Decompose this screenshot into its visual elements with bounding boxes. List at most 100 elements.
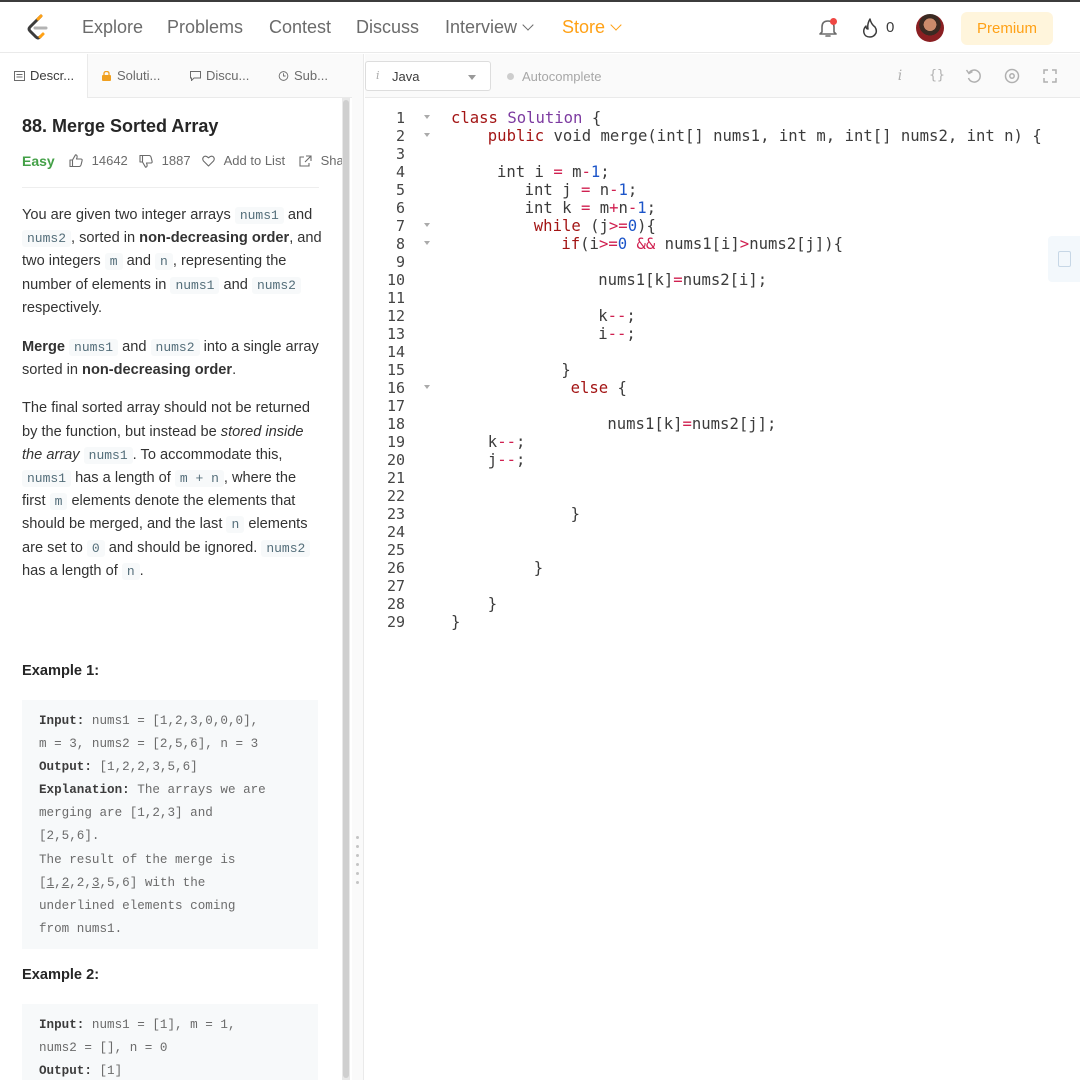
share-label: Sha: [320, 153, 342, 168]
code-token: nums2[j]){: [749, 235, 844, 253]
info-icon[interactable]: i: [891, 67, 909, 85]
code-line[interactable]: }: [451, 613, 460, 631]
code-line[interactable]: else {: [571, 379, 627, 397]
code-token: }: [570, 505, 580, 523]
tab-solution[interactable]: Soluti...: [101, 54, 160, 98]
code-token: ;: [626, 307, 636, 325]
code-line[interactable]: while (j>=0){: [534, 217, 656, 235]
fullscreen-icon[interactable]: [1041, 67, 1059, 85]
notification-dot: [830, 18, 837, 25]
line-number: 14: [386, 343, 405, 361]
line-number: 27: [386, 577, 405, 595]
example-label: Input:: [39, 1018, 85, 1032]
premium-button[interactable]: Premium: [961, 12, 1053, 45]
resizer-grip-dot: [356, 854, 359, 857]
reset-icon[interactable]: [965, 67, 983, 85]
code-line[interactable]: if(i>=0 && nums1[i]>nums2[j]){: [561, 235, 843, 253]
code-token: }: [451, 613, 461, 631]
code-line[interactable]: }: [571, 505, 580, 523]
tab-discuss-label: Discu...: [206, 68, 250, 83]
fold-arrow-icon[interactable]: [423, 132, 431, 140]
language-select[interactable]: i Java: [365, 61, 491, 91]
inline-code: nums1: [170, 276, 220, 294]
code-line[interactable]: k--;: [598, 307, 636, 325]
problem-meta: Easy 14642 1887 Add to List Sha: [22, 153, 342, 173]
code-line[interactable]: int j = n-1;: [525, 181, 638, 199]
code-token: nums2[i];: [682, 271, 768, 289]
like-button[interactable]: 14642: [69, 153, 128, 168]
dislike-button[interactable]: 1887: [139, 153, 191, 168]
tab-description[interactable]: Descr...: [0, 54, 88, 98]
code-token: m: [562, 163, 582, 181]
inline-code: nums2: [261, 539, 311, 557]
example-label: Explanation:: [39, 783, 130, 798]
underlined-value: 1: [46, 875, 55, 890]
line-number: 21: [386, 469, 405, 487]
tab-submissions[interactable]: Sub...: [278, 54, 328, 98]
code-token: -: [609, 181, 619, 199]
panel-resizer[interactable]: [352, 54, 364, 1080]
nav-interview[interactable]: Interview: [445, 17, 534, 38]
nav-contest[interactable]: Contest: [269, 17, 331, 38]
code-line[interactable]: }: [561, 361, 570, 379]
code-token: }: [487, 595, 498, 613]
text-run: has a length of: [22, 562, 122, 579]
format-braces-icon[interactable]: {}: [928, 67, 946, 85]
code-token: 1: [618, 181, 628, 199]
add-to-list-button[interactable]: Add to List: [202, 153, 285, 168]
autocomplete-toggle[interactable]: Autocomplete: [507, 69, 602, 84]
code-line[interactable]: int i = m-1;: [497, 163, 610, 181]
example-text: merging are [1,2,3] and: [39, 806, 213, 821]
example-line: Output: [1,2,2,3,5,6]: [39, 756, 301, 779]
tab-solution-label: Soluti...: [117, 68, 161, 83]
nav-discuss[interactable]: Discuss: [356, 17, 419, 38]
example-text: ,5,6] with the: [99, 875, 206, 890]
code-token: public: [487, 127, 545, 145]
inline-code: m: [49, 493, 68, 511]
code-line[interactable]: int k = m+n-1;: [525, 199, 656, 217]
inline-code: m + n: [174, 470, 224, 488]
fold-arrow-icon[interactable]: [423, 240, 431, 248]
code-editor[interactable]: 1 class Solution {2 public void merge(int[…: [365, 98, 1080, 1080]
text-run: and: [122, 253, 156, 270]
code-line[interactable]: i--;: [598, 325, 636, 343]
line-number: 3: [395, 145, 405, 163]
example-line: from nums1.: [39, 918, 301, 941]
nav-explore[interactable]: Explore: [82, 17, 143, 38]
tab-discuss[interactable]: Discu...: [190, 54, 249, 98]
fold-arrow-icon[interactable]: [423, 384, 431, 392]
code-line[interactable]: class Solution {: [451, 109, 601, 127]
inline-code: nums2: [22, 230, 72, 248]
fold-arrow-icon[interactable]: [423, 114, 431, 122]
inline-code: n: [226, 516, 245, 534]
code-token: +: [609, 199, 619, 217]
code-token: m: [590, 199, 610, 217]
code-line[interactable]: public void merge(int[] nums1, int m, in…: [488, 127, 1042, 145]
code-token: =: [673, 271, 683, 289]
line-number: 11: [386, 289, 405, 307]
code-line[interactable]: nums1[k]=nums2[i];: [598, 271, 767, 289]
code-line[interactable]: }: [488, 595, 497, 613]
share-button[interactable]: Sha: [299, 153, 342, 168]
notes-side-button[interactable]: [1048, 236, 1080, 282]
avatar[interactable]: [916, 14, 944, 42]
nav-problems[interactable]: Problems: [167, 17, 243, 38]
code-line[interactable]: j--;: [488, 451, 526, 469]
example-text: ,: [54, 875, 62, 890]
code-line[interactable]: k--;: [488, 433, 526, 451]
code-line[interactable]: nums1[k]=nums2[j];: [607, 415, 776, 433]
line-number: 20: [386, 451, 405, 469]
code-token: ;: [600, 163, 610, 181]
line-number: 25: [386, 541, 405, 559]
example-line: Input: nums1 = [1,2,3,0,0,0],: [39, 710, 301, 733]
fire-icon[interactable]: [862, 18, 878, 38]
nav-store[interactable]: Store: [562, 17, 622, 38]
code-token: n: [618, 199, 628, 217]
fold-arrow-icon[interactable]: [423, 222, 431, 230]
resizer-grip-dot: [356, 836, 359, 839]
description-scrollbar-thumb[interactable]: [343, 100, 349, 1078]
code-line[interactable]: }: [534, 559, 543, 577]
problem-tabs: Descr... Soluti... Discu... Sub...: [0, 54, 352, 98]
leetcode-logo-icon[interactable]: [24, 14, 50, 42]
settings-icon[interactable]: [1003, 67, 1021, 85]
